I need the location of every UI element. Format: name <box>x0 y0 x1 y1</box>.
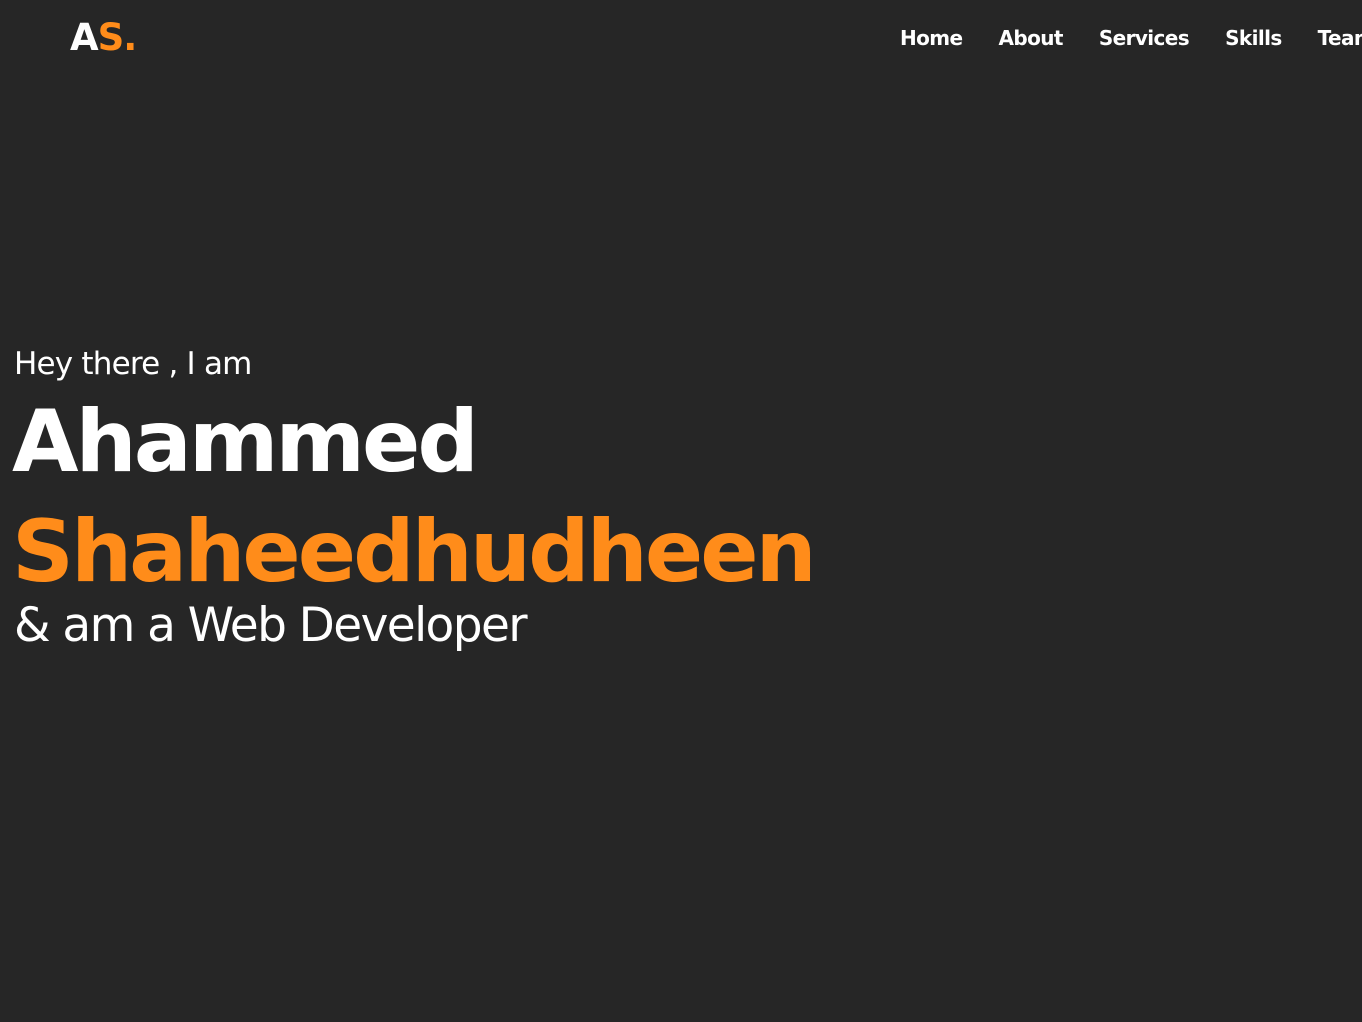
nav-link-services[interactable]: Services <box>1099 26 1190 50</box>
nav-menu: Home About Services Skills Team <box>900 24 1362 52</box>
hero-last-name: Shaheedhudheen <box>12 502 817 602</box>
nav-link-about[interactable]: About <box>998 26 1063 50</box>
logo-letter-a: A <box>70 16 99 59</box>
nav-item-home: Home <box>900 24 963 52</box>
nav-link-team[interactable]: Team <box>1318 26 1362 50</box>
nav-link-skills[interactable]: Skills <box>1225 26 1282 50</box>
nav-link-home[interactable]: Home <box>900 26 963 50</box>
nav-item-skills: Skills <box>1225 24 1282 52</box>
hero-role: & am a Web Developer <box>14 598 528 653</box>
logo-letter-s: S. <box>97 16 138 59</box>
nav-item-about: About <box>998 24 1063 52</box>
hero-greeting: Hey there , I am <box>14 346 252 382</box>
site-logo[interactable]: AS. <box>70 16 138 60</box>
nav-item-team: Team <box>1318 24 1362 52</box>
navbar: AS. Home About Services Skills Team <box>0 0 1362 78</box>
hero-section: Hey there , I am Ahammed Shaheedhudheen … <box>12 344 817 654</box>
nav-item-services: Services <box>1099 24 1190 52</box>
hero-first-name: Ahammed <box>12 392 479 492</box>
